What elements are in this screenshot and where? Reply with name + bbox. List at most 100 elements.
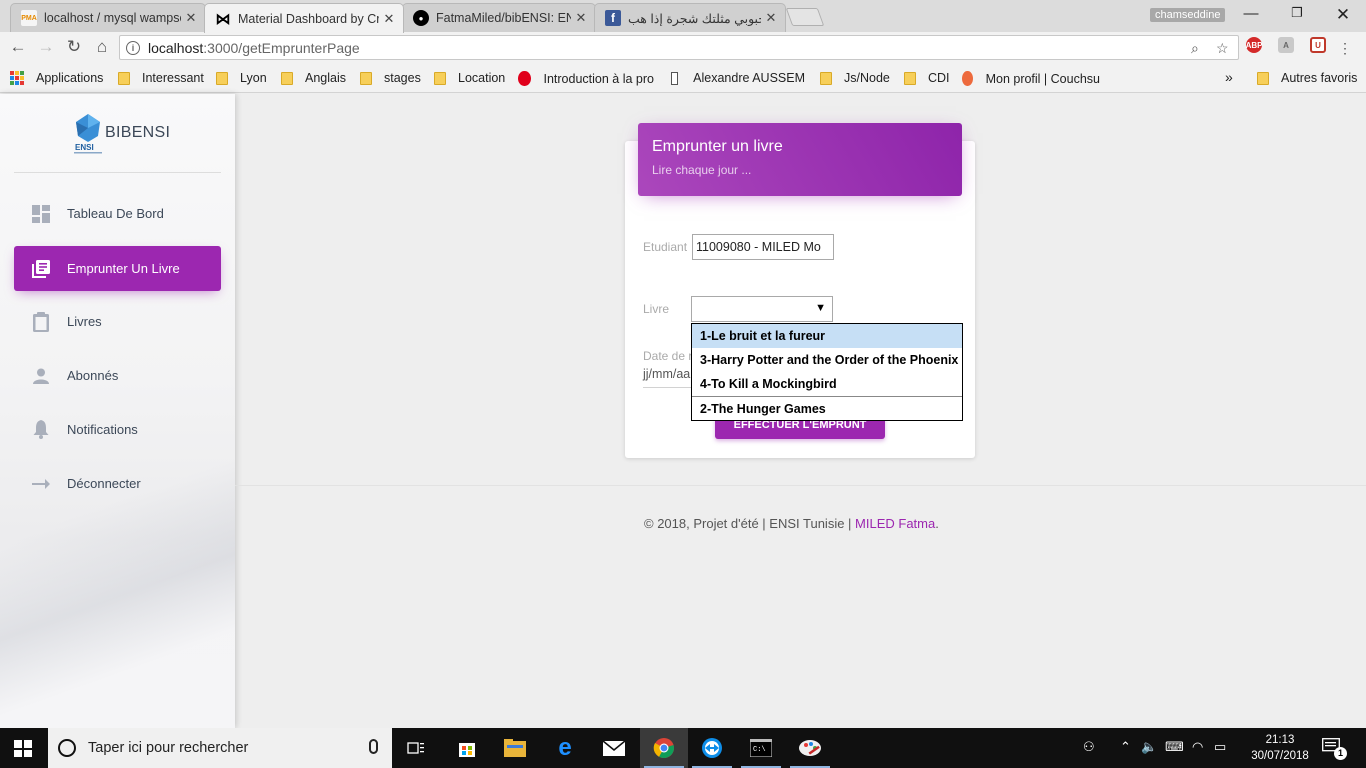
- pdf-extension-icon[interactable]: A: [1278, 37, 1294, 53]
- profile-button[interactable]: chamseddine: [1150, 8, 1226, 22]
- show-hidden-icons-icon[interactable]: ⌃: [1120, 739, 1131, 755]
- folder-icon: [118, 71, 130, 85]
- footer: © 2018, Projet d'été | ENSI Tunisie | MI…: [644, 516, 939, 531]
- taskbar-search[interactable]: Taper ici pour rechercher: [48, 728, 392, 768]
- bookmark-couchsurfing[interactable]: Mon profil | Couchsu: [962, 71, 1100, 86]
- browser-tab-phpmyadmin[interactable]: PMA localhost / mysql wampse ✕: [10, 3, 206, 32]
- bookmark-jsnode[interactable]: Js/Node: [820, 71, 890, 85]
- site-info-icon[interactable]: i: [126, 40, 140, 55]
- etudiant-input[interactable]: [692, 234, 834, 260]
- sidebar-item-label: Emprunter Un Livre: [67, 261, 180, 276]
- bookmark-interessant[interactable]: Interessant: [118, 71, 204, 85]
- sidebar-item-tableau-de-bord[interactable]: Tableau De Bord: [14, 191, 221, 236]
- sidebar-item-abonnes[interactable]: Abonnés: [14, 353, 221, 398]
- folder-icon: [434, 71, 446, 85]
- address-bar[interactable]: i localhost :3000/getEmprunterPage: [119, 35, 1239, 60]
- chrome-icon[interactable]: [640, 728, 688, 768]
- clock-date: 30/07/2018: [1251, 750, 1309, 762]
- bookmark-label: Js/Node: [844, 71, 890, 85]
- sidebar-item-label: Livres: [67, 314, 102, 329]
- minimize-icon[interactable]: —: [1241, 5, 1261, 22]
- home-icon[interactable]: ⌂: [92, 37, 112, 57]
- dropdown-option[interactable]: 4-To Kill a Mockingbird: [692, 372, 962, 396]
- restore-icon[interactable]: ❐: [1287, 5, 1307, 21]
- tab-title: localhost / mysql wampse: [44, 11, 181, 25]
- zoom-search-icon[interactable]: ⌕: [1191, 40, 1199, 57]
- bookmark-star-icon[interactable]: ☆: [1216, 40, 1229, 57]
- terminal-icon[interactable]: C:\: [737, 728, 785, 768]
- bookmark-label: Autres favoris: [1281, 71, 1358, 85]
- tab-close-icon[interactable]: ✕: [765, 10, 777, 26]
- logo-text: ENSI: [75, 143, 94, 152]
- bookmark-location[interactable]: Location: [434, 71, 505, 85]
- bookmark-label: Anglais: [305, 71, 346, 85]
- sidebar-item-notifications[interactable]: Notifications: [14, 407, 221, 452]
- browser-tab-facebook[interactable]: f محبوبي مثلتك شجرة إذا هب ✕: [594, 3, 786, 32]
- bookmark-alexandre-aussem[interactable]: Alexandre AUSSEM: [671, 71, 805, 85]
- new-tab-button[interactable]: [785, 8, 825, 26]
- person-icon: [31, 366, 51, 386]
- arrow-right-icon: [31, 474, 51, 494]
- volume-icon[interactable]: 🔈: [1141, 739, 1157, 755]
- dropdown-option[interactable]: 3-Harry Potter and the Order of the Phoe…: [692, 348, 962, 372]
- bookmark-lyon[interactable]: Lyon: [216, 71, 267, 85]
- edge-icon[interactable]: e: [541, 728, 589, 768]
- people-icon[interactable]: ⚇: [1083, 739, 1095, 755]
- teamviewer-icon[interactable]: [688, 728, 736, 768]
- mail-icon[interactable]: [590, 728, 638, 768]
- bookmark-introduction[interactable]: Introduction à la pro: [518, 71, 654, 86]
- ensi-logo: ENSI: [74, 114, 102, 154]
- paint-icon[interactable]: [786, 728, 834, 768]
- bookmark-stages[interactable]: stages: [360, 71, 421, 85]
- footer-text: © 2018, Projet d'été | ENSI Tunisie |: [644, 516, 856, 531]
- sidebar-item-emprunter[interactable]: Emprunter Un Livre: [14, 246, 221, 291]
- livre-dropdown-list: 1-Le bruit et la fureur 3-Harry Potter a…: [691, 323, 963, 421]
- bookmark-cdi[interactable]: CDI: [904, 71, 950, 85]
- sidebar: ENSI BIBENSI Tableau De Bord Emprunter U…: [0, 94, 235, 728]
- action-center-icon[interactable]: 1: [1322, 738, 1347, 760]
- microphone-icon[interactable]: [369, 739, 378, 754]
- chrome-menu-icon[interactable]: ⋮: [1338, 40, 1352, 57]
- card-title: Emprunter un livre: [652, 138, 783, 155]
- adblock-icon[interactable]: ABP: [1246, 37, 1262, 53]
- couchsurfing-icon: [962, 71, 973, 86]
- taskbar-clock[interactable]: 21:13 30/07/2018: [1248, 732, 1312, 764]
- bookmark-autres-favoris[interactable]: Autres favoris: [1257, 71, 1357, 85]
- file-explorer-icon[interactable]: [491, 728, 539, 768]
- pocket-extension-icon[interactable]: U: [1310, 37, 1326, 53]
- footer-author-link[interactable]: MILED Fatma: [855, 516, 935, 531]
- sidebar-brand[interactable]: ENSI BIBENSI: [14, 94, 221, 173]
- close-window-icon[interactable]: ✕: [1333, 5, 1353, 25]
- sidebar-item-livres[interactable]: Livres: [14, 299, 221, 344]
- tab-close-icon[interactable]: ✕: [383, 11, 395, 27]
- livre-select[interactable]: ▼: [691, 296, 833, 322]
- bookmark-anglais[interactable]: Anglais: [281, 71, 346, 85]
- reload-icon[interactable]: ↻: [64, 37, 84, 57]
- tab-close-icon[interactable]: ✕: [575, 10, 587, 26]
- sidebar-item-label: Tableau De Bord: [67, 206, 164, 221]
- forward-arrow-icon[interactable]: →: [36, 37, 56, 57]
- bookmark-label: Interessant: [142, 71, 204, 85]
- bookmark-applications[interactable]: Applications: [10, 71, 103, 85]
- browser-tab-github[interactable]: ● FatmaMiled/bibENSI: ENS ✕: [402, 3, 596, 32]
- tab-close-icon[interactable]: ✕: [185, 10, 197, 26]
- sidebar-item-label: Notifications: [67, 422, 138, 437]
- bell-icon: [31, 420, 51, 440]
- input-language-icon[interactable]: ⌨: [1165, 739, 1184, 755]
- dropdown-option[interactable]: 1-Le bruit et la fureur: [692, 324, 962, 348]
- windows-start-icon[interactable]: [14, 740, 32, 757]
- dropdown-option[interactable]: 2-The Hunger Games: [692, 396, 962, 420]
- keyboard-icon[interactable]: ▭: [1214, 739, 1226, 755]
- bowtie-icon: ⋈: [215, 10, 231, 28]
- wifi-icon[interactable]: ◠: [1192, 739, 1203, 755]
- back-arrow-icon[interactable]: ←: [8, 37, 28, 57]
- bookmarks-overflow-icon[interactable]: »: [1225, 69, 1233, 85]
- date-input[interactable]: jj/mm/aa: [643, 367, 690, 381]
- browser-tab-material-dashboard[interactable]: ⋈ Material Dashboard by Cr ✕: [204, 3, 404, 33]
- task-view-icon[interactable]: [392, 728, 440, 768]
- card-header: Emprunter un livre Lire chaque jour ...: [638, 123, 962, 196]
- sidebar-item-deconnecter[interactable]: Déconnecter: [14, 461, 221, 506]
- store-icon[interactable]: [443, 728, 491, 768]
- bookmark-label: Alexandre AUSSEM: [693, 71, 805, 85]
- folder-icon: [820, 71, 832, 85]
